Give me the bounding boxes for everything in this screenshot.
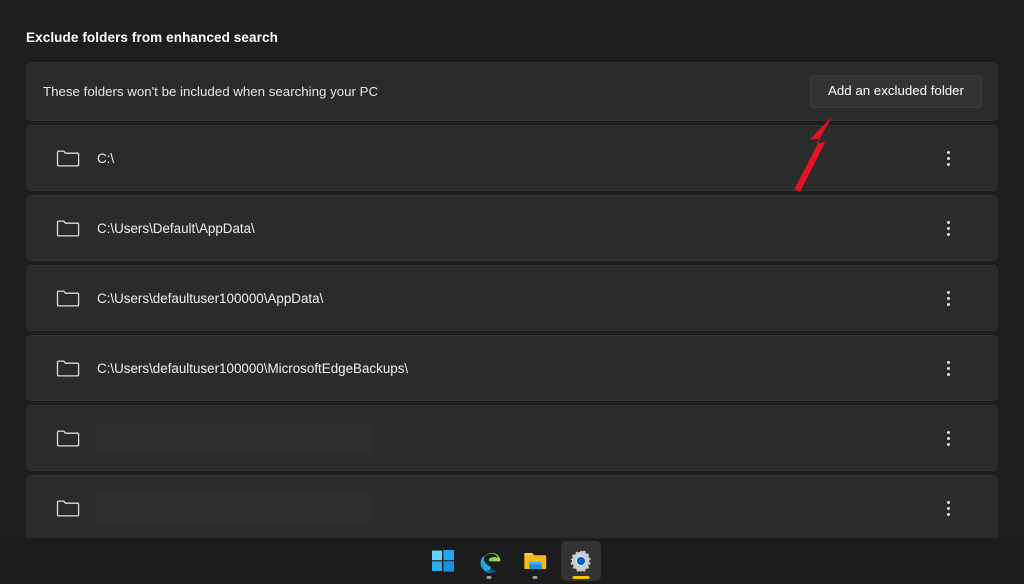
taskbar: [0, 538, 1024, 584]
excluded-folder-row[interactable]: [26, 475, 998, 538]
excluded-folder-row[interactable]: C:\Users\defaultuser100000\AppData\: [26, 265, 998, 331]
redacted-folder-path: [97, 423, 372, 453]
folder-icon: [55, 425, 81, 451]
excluded-folder-path: C:\Users\defaultuser100000\AppData\: [97, 290, 324, 306]
excluded-folder-row[interactable]: C:\Users\Default\AppData\: [26, 195, 998, 261]
kebab-menu-icon[interactable]: [931, 211, 965, 245]
excluded-folder-path: C:\: [97, 150, 115, 166]
kebab-menu-icon[interactable]: [931, 141, 965, 175]
excluded-folders-description: These folders won't be included when sea…: [43, 84, 379, 99]
settings-page: Exclude folders from enhanced search The…: [0, 0, 1024, 538]
folder-icon: [55, 145, 81, 171]
kebab-menu-icon[interactable]: [931, 491, 965, 525]
redacted-folder-path: [97, 493, 372, 523]
file-explorer-icon: [523, 552, 546, 570]
kebab-menu-icon[interactable]: [931, 351, 965, 385]
kebab-menu-icon[interactable]: [931, 421, 965, 455]
running-indicator: [486, 576, 492, 579]
excluded-folder-path: C:\Users\defaultuser100000\MicrosoftEdge…: [97, 360, 409, 376]
running-indicator: [532, 576, 538, 579]
folder-icon: [55, 285, 81, 311]
excluded-folders-header-card: These folders won't be included when sea…: [26, 62, 998, 121]
folder-icon: [55, 495, 81, 521]
excluded-folder-row[interactable]: C:\: [26, 125, 998, 191]
excluded-folder-path: C:\Users\Default\AppData\: [97, 220, 255, 236]
folder-icon: [55, 215, 81, 241]
file-explorer-button[interactable]: [515, 541, 555, 581]
windows-logo-icon: [432, 550, 454, 572]
settings-gear-icon: [570, 550, 591, 572]
excluded-folder-row[interactable]: C:\Users\defaultuser100000\MicrosoftEdge…: [26, 335, 998, 401]
add-excluded-folder-button[interactable]: Add an excluded folder: [809, 74, 982, 109]
microsoft-edge-icon: [480, 552, 500, 573]
page-title: Exclude folders from enhanced search: [26, 30, 278, 45]
start-button[interactable]: [423, 541, 463, 581]
excluded-folders-list: These folders won't be included when sea…: [26, 62, 998, 538]
active-indicator: [572, 576, 590, 579]
settings-button[interactable]: [561, 541, 601, 581]
folder-icon: [55, 355, 81, 381]
excluded-folder-row[interactable]: [26, 405, 998, 471]
kebab-menu-icon[interactable]: [931, 281, 965, 315]
edge-button[interactable]: [469, 541, 509, 581]
